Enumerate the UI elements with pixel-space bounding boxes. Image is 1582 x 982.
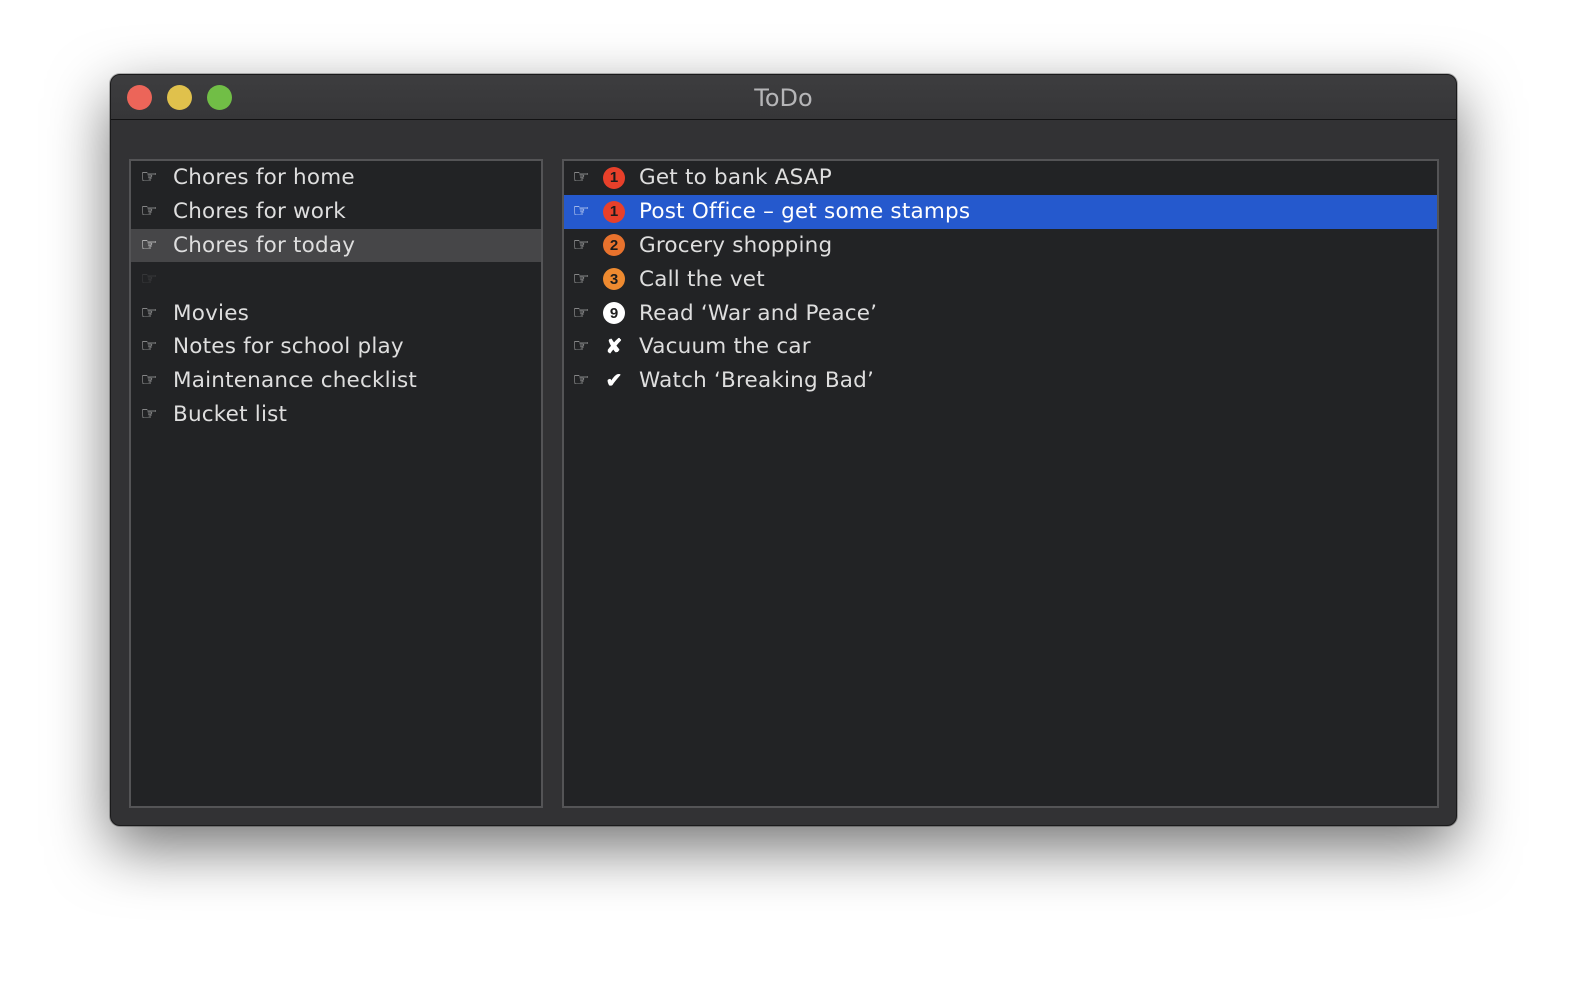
task-item[interactable]: ☞ 1 Get to bank ASAP — [564, 161, 1437, 195]
list-item[interactable]: ☞ Movies — [131, 296, 541, 330]
priority-badge-icon: 3 — [603, 268, 625, 291]
hand-pointing-right-icon: ☞ — [140, 369, 158, 392]
priority-badge-icon: 2 — [603, 234, 625, 257]
task-item-label: Get to bank ASAP — [639, 165, 832, 191]
list-item-label: Movies — [173, 300, 250, 326]
list-item[interactable]: ☞ — [131, 262, 541, 296]
list-item-label: Bucket list — [173, 401, 288, 427]
hand-pointing-right-icon: ☞ — [140, 301, 158, 324]
lists-panel[interactable]: ☞ Chores for home ☞ Chores for work ☞ Chores … — [129, 159, 543, 808]
list-item[interactable]: ☞ Chores for today — [131, 228, 541, 263]
task-item-label: Grocery shopping — [639, 232, 833, 258]
cross-mark-icon: ✘ — [605, 336, 623, 359]
list-item-label: Chores for today — [173, 232, 356, 258]
checkmark-icon: ✔ — [605, 370, 623, 393]
priority-badge-icon: 1 — [603, 166, 625, 189]
hand-pointing-right-icon: ☞ — [572, 166, 590, 189]
task-item-label: Post Office – get some stamps — [639, 199, 971, 225]
tasks-panel[interactable]: ☞ 1 Get to bank ASAP ☞ 1 Post Office – get so… — [562, 159, 1439, 808]
hand-pointing-right-icon: ☞ — [140, 402, 158, 425]
task-item[interactable]: ☞ 1 Post Office – get some stamps — [564, 194, 1437, 229]
hand-pointing-right-icon: ☞ — [572, 335, 590, 358]
task-item-label: Call the vet — [639, 266, 765, 292]
hand-pointing-right-icon: ☞ — [572, 233, 590, 256]
list-item-label: Maintenance checklist — [173, 368, 418, 394]
todo-window: ToDo ☞ Chores for home ☞ Chores for work ☞ Ch… — [110, 74, 1457, 826]
hand-pointing-right-icon: ☞ — [572, 369, 590, 392]
list-item-label: Chores for work — [173, 199, 346, 225]
hand-pointing-right-icon: ☞ — [140, 166, 158, 189]
list-item[interactable]: ☞ Maintenance checklist — [131, 364, 541, 398]
hand-pointing-right-icon: ☞ — [572, 200, 590, 223]
task-item-label: Vacuum the car — [639, 334, 811, 360]
list-item[interactable]: ☞ Chores for work — [131, 195, 541, 229]
tasks-list: ☞ 1 Get to bank ASAP ☞ 1 Post Office – get so… — [564, 161, 1437, 398]
task-item[interactable]: ☞ 9 Read ‘War and Peace’ — [564, 296, 1437, 330]
list-item[interactable]: ☞ Chores for home — [131, 161, 541, 195]
list-item-label: Notes for school play — [173, 334, 404, 360]
hand-pointing-right-icon: ☞ — [572, 301, 590, 324]
hand-pointing-right-icon: ☞ — [140, 200, 158, 223]
task-item-label: Watch ‘Breaking Bad’ — [639, 368, 875, 394]
window-title: ToDo — [754, 84, 813, 112]
hand-pointing-right-icon: ☞ — [140, 233, 158, 256]
list-item-label: Chores for home — [173, 165, 355, 191]
lists-list: ☞ Chores for home ☞ Chores for work ☞ Chores … — [131, 161, 541, 431]
hand-pointing-right-icon: ☞ — [140, 335, 158, 358]
priority-badge-icon: 1 — [603, 200, 625, 223]
hand-pointing-right-icon: ☞ — [140, 267, 158, 290]
task-item[interactable]: ☞ ✘ Vacuum the car — [564, 330, 1437, 364]
task-item[interactable]: ☞ 3 Call the vet — [564, 262, 1437, 296]
title-bar[interactable]: ToDo — [111, 75, 1456, 120]
hand-pointing-right-icon: ☞ — [572, 267, 590, 290]
task-item[interactable]: ☞ ✔ Watch ‘Breaking Bad’ — [564, 364, 1437, 398]
list-item[interactable]: ☞ Notes for school play — [131, 330, 541, 364]
priority-badge-icon: 9 — [603, 302, 625, 325]
task-item-label: Read ‘War and Peace’ — [639, 300, 878, 326]
list-item[interactable]: ☞ Bucket list — [131, 398, 541, 432]
task-item[interactable]: ☞ 2 Grocery shopping — [564, 229, 1437, 263]
